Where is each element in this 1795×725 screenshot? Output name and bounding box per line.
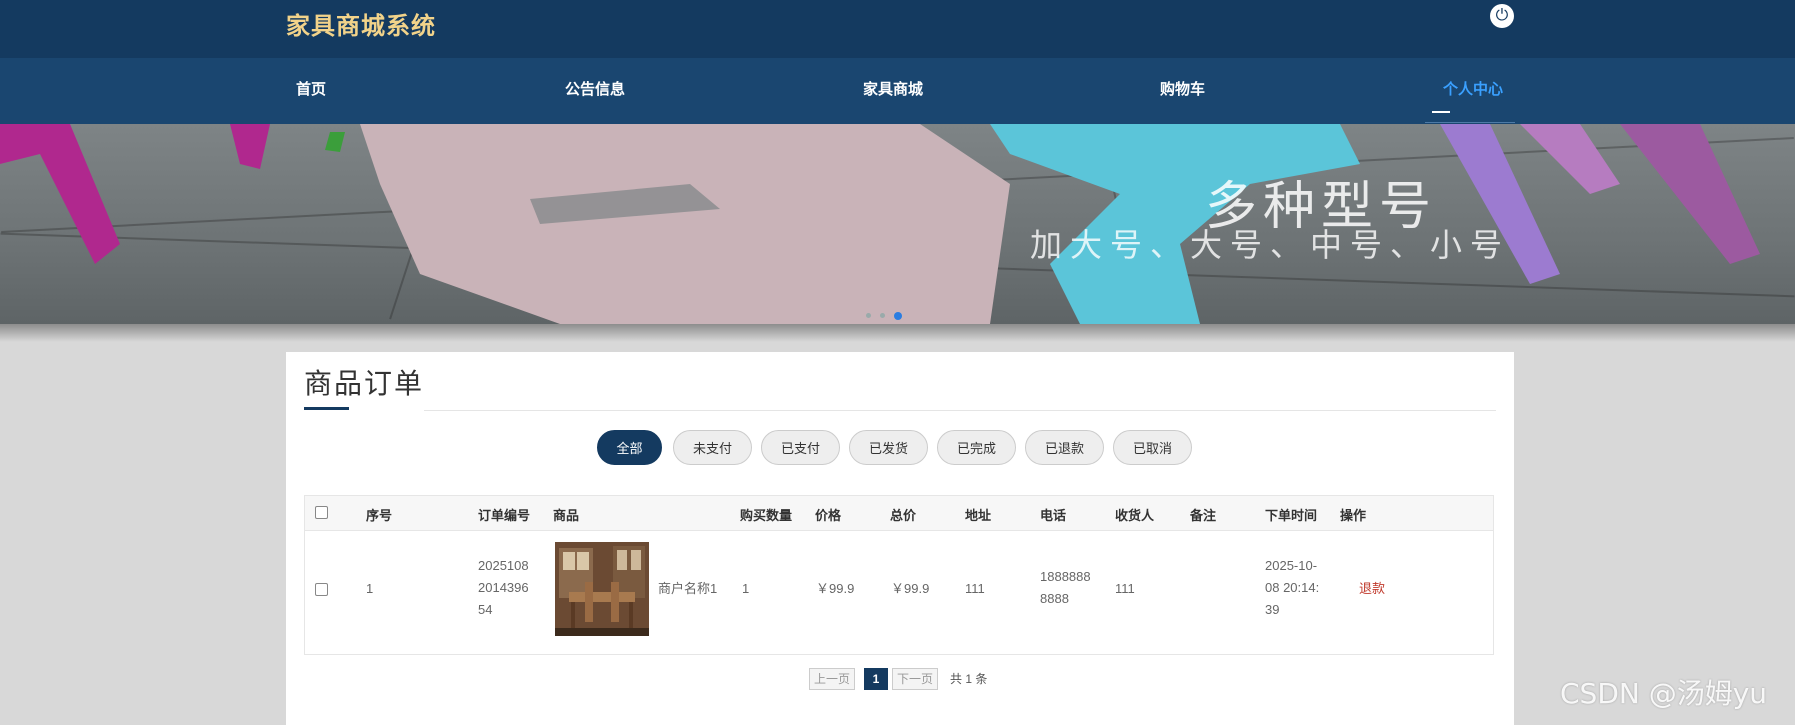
product-thumbnail[interactable]	[555, 542, 649, 636]
banner-image	[0, 124, 1760, 324]
carousel-dot[interactable]	[866, 313, 871, 319]
filter-unpaid[interactable]: 未支付	[673, 430, 752, 465]
row-order-no: 2025108 2014396 54	[478, 558, 529, 617]
row-address: 111	[965, 581, 985, 596]
col-order-time: 下单时间	[1265, 508, 1318, 523]
current-page[interactable]: 1	[864, 668, 888, 690]
filter-cancelled[interactable]: 已取消	[1113, 430, 1192, 465]
nav-home[interactable]: 首页	[296, 58, 326, 124]
col-product: 商品	[553, 508, 580, 523]
banner-shadow	[0, 324, 1795, 342]
row-order-time: 2025-10- 08 20:14: 39	[1265, 558, 1320, 617]
filter-all[interactable]: 全部	[597, 430, 662, 465]
nav-active-indicator	[1432, 111, 1450, 113]
banner-carousel[interactable]: 多种型号 加大号、大号、中号、小号	[0, 124, 1795, 324]
filter-refunded[interactable]: 已退款	[1025, 430, 1104, 465]
site-brand: 家具商城系统	[286, 13, 436, 40]
row-quantity: 1	[742, 581, 750, 596]
nav-furniture-mall[interactable]: 家具商城	[863, 58, 923, 124]
orders-panel: 商品订单 全部 未支付 已支付 已发货 已完成 已退款 已取消 序号 订单编号 …	[286, 352, 1514, 725]
table-header: 序号 订单编号 商品 购买数量 价格 总价 地址 电话 收货人 备注 下单时间 …	[305, 496, 1493, 531]
carousel-dot-active[interactable]	[894, 311, 902, 320]
filter-completed[interactable]: 已完成	[937, 430, 1016, 465]
row-index: 1	[366, 581, 374, 596]
col-phone: 电话	[1040, 508, 1067, 523]
nav-cart[interactable]: 购物车	[1160, 58, 1205, 124]
row-receiver: 111	[1115, 581, 1135, 596]
col-remark: 备注	[1190, 508, 1217, 523]
main-nav: 首页 公告信息 家具商城 购物车 个人中心	[0, 58, 1795, 124]
prev-page-button[interactable]: 上一页	[809, 668, 856, 690]
col-quantity: 购买数量	[740, 508, 793, 523]
nav-personal-center[interactable]: 个人中心	[1443, 58, 1503, 124]
col-receiver: 收货人	[1115, 508, 1155, 523]
orders-table: 序号 订单编号 商品 购买数量 价格 总价 地址 电话 收货人 备注 下单时间 …	[304, 495, 1494, 655]
col-address: 地址	[965, 508, 992, 523]
title-accent	[304, 407, 349, 410]
power-icon[interactable]: ⏻	[1490, 4, 1514, 28]
row-total: ￥99.9	[891, 581, 930, 596]
row-phone: 1888888 8888	[1040, 569, 1091, 606]
nav-divider	[1425, 122, 1515, 123]
row-price: ￥99.9	[816, 581, 855, 596]
top-header: 家具商城系统 ⏻	[0, 0, 1795, 58]
col-order-no: 订单编号	[478, 508, 531, 523]
watermark: CSDN @汤姆yu	[1560, 677, 1768, 710]
filter-paid[interactable]: 已支付	[761, 430, 840, 465]
next-page-button[interactable]: 下一页	[892, 668, 939, 690]
filter-shipped[interactable]: 已发货	[849, 430, 928, 465]
page-title: 商品订单	[304, 368, 425, 399]
banner-subtitle: 加大号、大号、中号、小号	[1030, 226, 1511, 264]
col-index: 序号	[366, 508, 393, 523]
select-all-checkbox[interactable]	[315, 506, 328, 519]
carousel-dot[interactable]	[880, 313, 885, 319]
refund-button[interactable]: 退款	[1359, 578, 1385, 597]
title-divider	[424, 410, 1496, 411]
product-image	[555, 542, 649, 636]
col-total: 总价	[890, 508, 917, 523]
nav-announcements[interactable]: 公告信息	[565, 58, 625, 124]
total-count: 共 1 条	[950, 672, 988, 686]
col-price: 价格	[815, 508, 842, 523]
row-product-name: 商户名称1	[658, 581, 718, 596]
row-checkbox[interactable]	[315, 583, 328, 596]
carousel-dots	[866, 307, 911, 325]
col-action: 操作	[1340, 508, 1367, 523]
